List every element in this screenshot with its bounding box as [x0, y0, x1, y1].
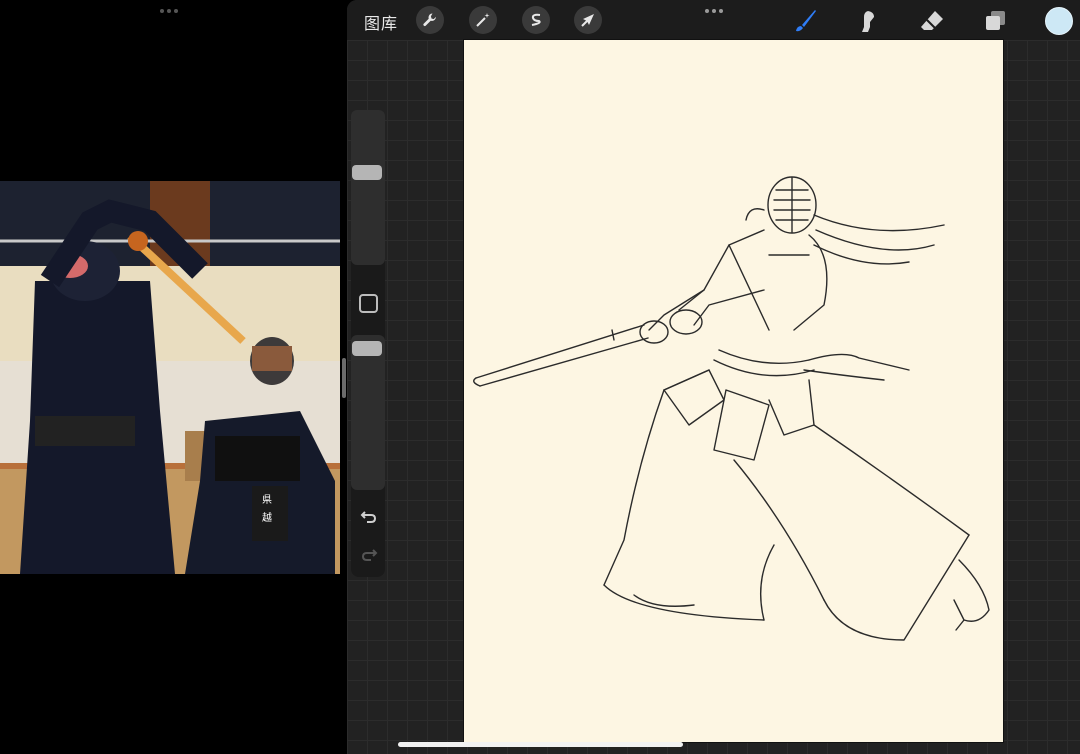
procreate-app: 图库 [347, 0, 1080, 754]
transform-button[interactable] [574, 6, 602, 34]
color-picker-button[interactable] [1045, 7, 1073, 35]
kendo-photo-image: 県 越 [0, 181, 340, 574]
split-view-divider[interactable] [342, 358, 346, 398]
brush-tool-button[interactable] [791, 7, 819, 35]
svg-text:県: 県 [262, 494, 272, 506]
eraser-icon [921, 11, 943, 30]
undo-button[interactable] [359, 506, 379, 526]
left-sidebar [351, 110, 385, 577]
adjustments-button[interactable] [469, 6, 497, 34]
reference-photo: 県 越 [0, 181, 340, 574]
smudge-icon [862, 11, 874, 32]
redo-button[interactable] [359, 544, 379, 564]
smudge-tool-button[interactable] [853, 7, 881, 35]
brush-icon [796, 10, 816, 32]
selection-icon [531, 13, 541, 26]
home-indicator[interactable] [398, 742, 683, 747]
kendo-line-drawing [473, 176, 990, 641]
multitask-handle-left[interactable] [160, 9, 178, 13]
actions-button[interactable] [416, 6, 444, 34]
selection-button[interactable] [522, 6, 550, 34]
opacity-thumb[interactable] [352, 341, 382, 356]
svg-text:越: 越 [262, 511, 272, 524]
split-view-left-pane: 県 越 [0, 0, 347, 754]
layers-button[interactable] [981, 7, 1009, 35]
modify-button[interactable] [359, 294, 378, 313]
opacity-slider[interactable] [351, 335, 385, 490]
redo-icon [361, 549, 378, 561]
top-toolbar: 图库 [347, 0, 1080, 40]
brush-size-slider[interactable] [351, 110, 385, 265]
magic-wand-icon [476, 13, 490, 27]
multitask-handle-right[interactable] [705, 9, 723, 13]
gallery-button[interactable]: 图库 [364, 10, 398, 34]
drawing-canvas[interactable] [464, 40, 1003, 742]
eraser-tool-button[interactable] [918, 7, 946, 35]
wrench-icon [423, 13, 436, 27]
layers-icon [986, 11, 1005, 30]
brush-size-thumb[interactable] [352, 165, 382, 180]
transform-arrow-icon [581, 14, 594, 27]
undo-icon [360, 511, 377, 523]
